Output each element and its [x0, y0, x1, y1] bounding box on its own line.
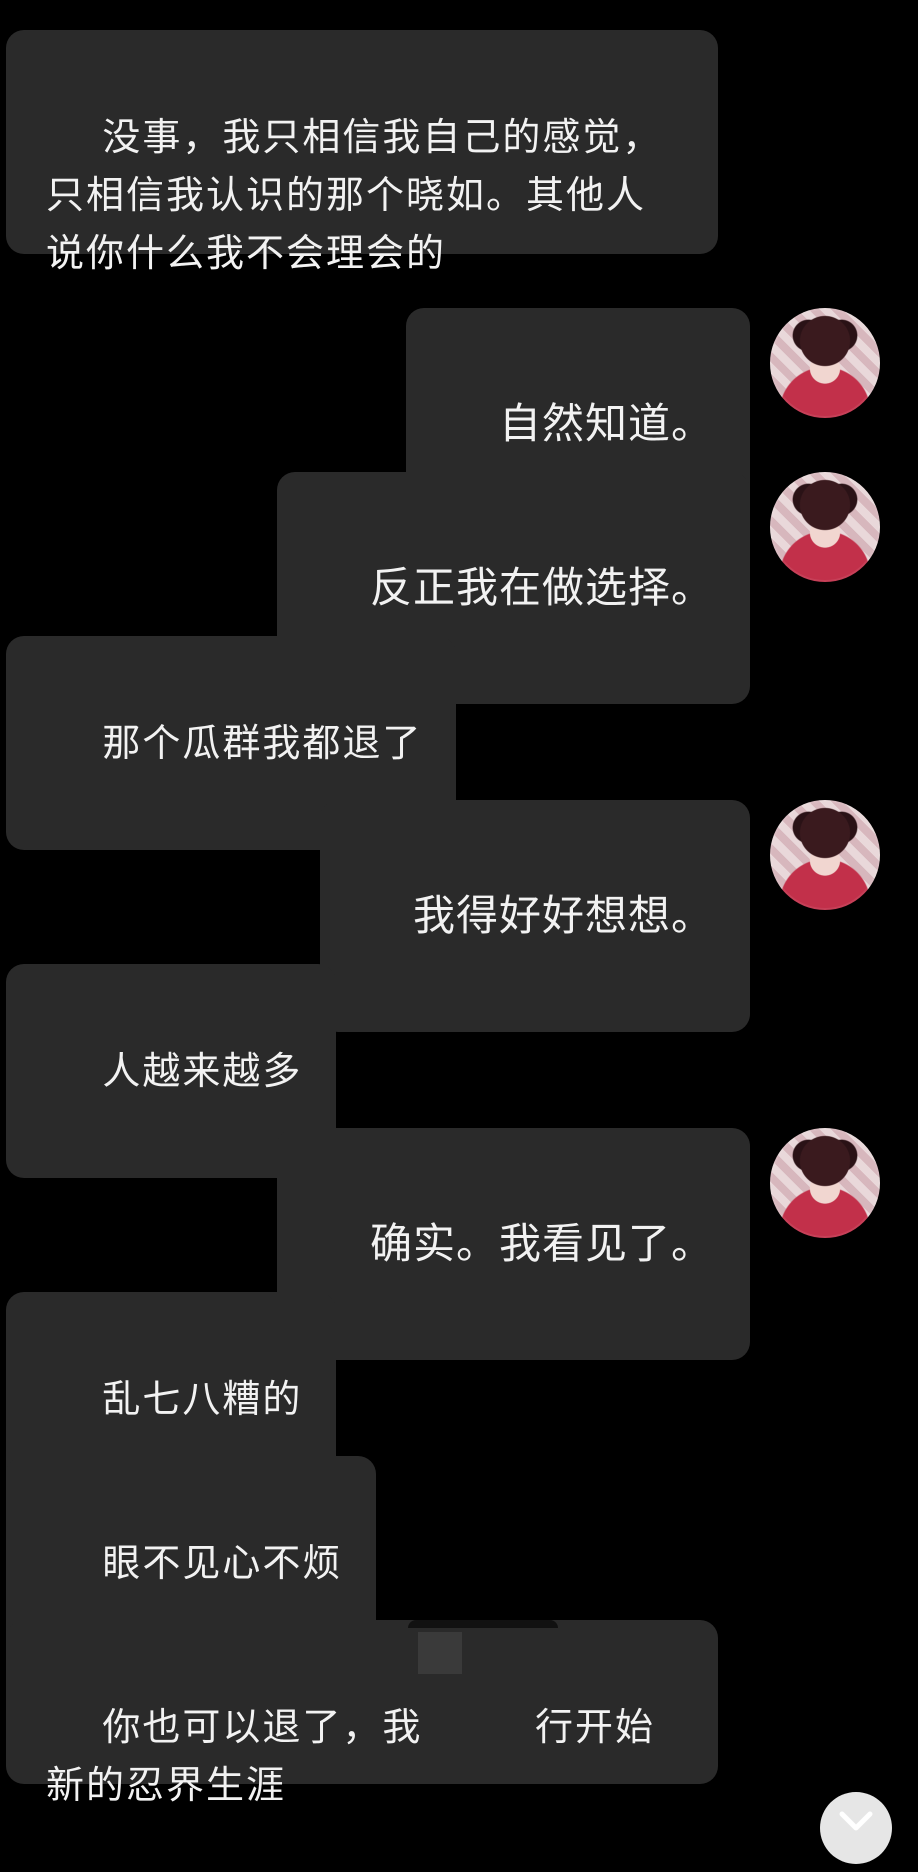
message-text: 你也可以退了，我 行开始新的忍界生涯 [46, 1705, 655, 1807]
chat-thread: 没事，我只相信我自己的感觉，只相信我认识的那个晓如。其他人说你什么我不会理会的 … [0, 0, 918, 1864]
user-avatar-icon[interactable] [770, 308, 880, 418]
redaction-mark [372, 1630, 582, 1690]
message-bubble-outgoing[interactable]: 我得好好想想。 [319, 800, 750, 1032]
user-avatar-icon[interactable] [770, 1128, 880, 1238]
message-bubble-outgoing[interactable]: 确实。我看见了。 [276, 1128, 750, 1360]
message-bubble-incoming[interactable]: 没事，我只相信我自己的感觉，只相信我认识的那个晓如。其他人说你什么我不会理会的 [6, 30, 718, 275]
redaction-mark [418, 1632, 462, 1674]
message-text: 反正我在做选择。 [369, 563, 714, 612]
user-avatar-icon[interactable] [770, 472, 880, 582]
message-text: 那个瓜群我都退了 [102, 721, 423, 765]
message-text: 确实。我看见了。 [369, 1219, 714, 1268]
message-text: 人越来越多 [102, 1049, 303, 1093]
message-text: 没事，我只相信我自己的感觉，只相信我认识的那个晓如。其他人说你什么我不会理会的 [46, 115, 663, 275]
message-text: 眼不见心不烦 [102, 1541, 343, 1585]
redaction-mark [408, 1620, 558, 1628]
user-avatar-icon[interactable] [770, 800, 880, 910]
message-text: 自然知道。 [498, 399, 714, 448]
scroll-to-bottom-button[interactable] [820, 1792, 892, 1864]
message-bubble-incoming[interactable]: 你也可以退了，我 行开始新的忍界生涯 [6, 1620, 718, 1807]
message-text: 乱七八糟的 [102, 1377, 303, 1421]
message-text: 我得好好想想。 [412, 891, 714, 940]
chevron-down-icon [839, 1811, 873, 1831]
